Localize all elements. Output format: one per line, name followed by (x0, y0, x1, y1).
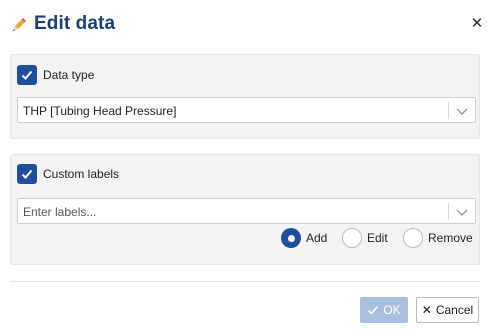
chevron-down-icon[interactable] (455, 105, 469, 117)
footer-divider (10, 281, 480, 282)
radio-edit-label: Edit (367, 231, 388, 245)
data-type-select[interactable]: THP [Tubing Head Pressure] (17, 97, 476, 123)
pencil-icon (13, 18, 26, 31)
checkmark-icon (368, 305, 379, 315)
select-separator (448, 203, 449, 220)
cancel-label: Cancel (435, 303, 474, 317)
radio-edit[interactable]: Edit (342, 228, 388, 248)
cancel-button[interactable]: ✕ Cancel (416, 297, 479, 323)
edit-data-dialog: Edit data ✕ Data type THP [Tubing Head P… (0, 0, 487, 335)
ok-label: OK (383, 303, 401, 317)
data-type-label: Data type (43, 68, 95, 82)
checkmark-icon (21, 169, 33, 179)
close-icon[interactable]: ✕ (468, 15, 486, 33)
radio-add[interactable]: Add (281, 228, 327, 248)
data-type-checkbox-row[interactable]: Data type (17, 65, 94, 85)
custom-labels-label: Custom labels (43, 167, 120, 181)
radio-remove-label: Remove (428, 231, 473, 245)
custom-labels-placeholder: Enter labels... (23, 205, 97, 219)
custom-labels-checkbox[interactable] (17, 164, 37, 184)
custom-labels-checkbox-row[interactable]: Custom labels (17, 164, 119, 184)
label-mode-radio-group: Add Edit Remove (11, 228, 481, 248)
radio-add-button[interactable] (281, 228, 301, 248)
data-type-checkbox[interactable] (17, 65, 37, 85)
dialog-title: Edit data (34, 13, 116, 34)
radio-remove[interactable]: Remove (403, 228, 473, 248)
select-separator (448, 102, 449, 119)
data-type-panel: Data type THP [Tubing Head Pressure] (10, 54, 480, 139)
data-type-select-value: THP [Tubing Head Pressure] (23, 104, 177, 118)
radio-remove-button[interactable] (403, 228, 423, 248)
radio-add-label: Add (306, 231, 328, 245)
ok-button[interactable]: OK (360, 297, 408, 323)
chevron-down-icon[interactable] (455, 206, 469, 218)
close-icon: ✕ (421, 303, 432, 317)
custom-labels-panel: Custom labels Enter labels... Add Edit R… (10, 154, 480, 265)
radio-edit-button[interactable] (342, 228, 362, 248)
dialog-header: Edit data ✕ (0, 0, 487, 50)
checkmark-icon (21, 70, 33, 80)
custom-labels-input[interactable]: Enter labels... (17, 198, 476, 224)
